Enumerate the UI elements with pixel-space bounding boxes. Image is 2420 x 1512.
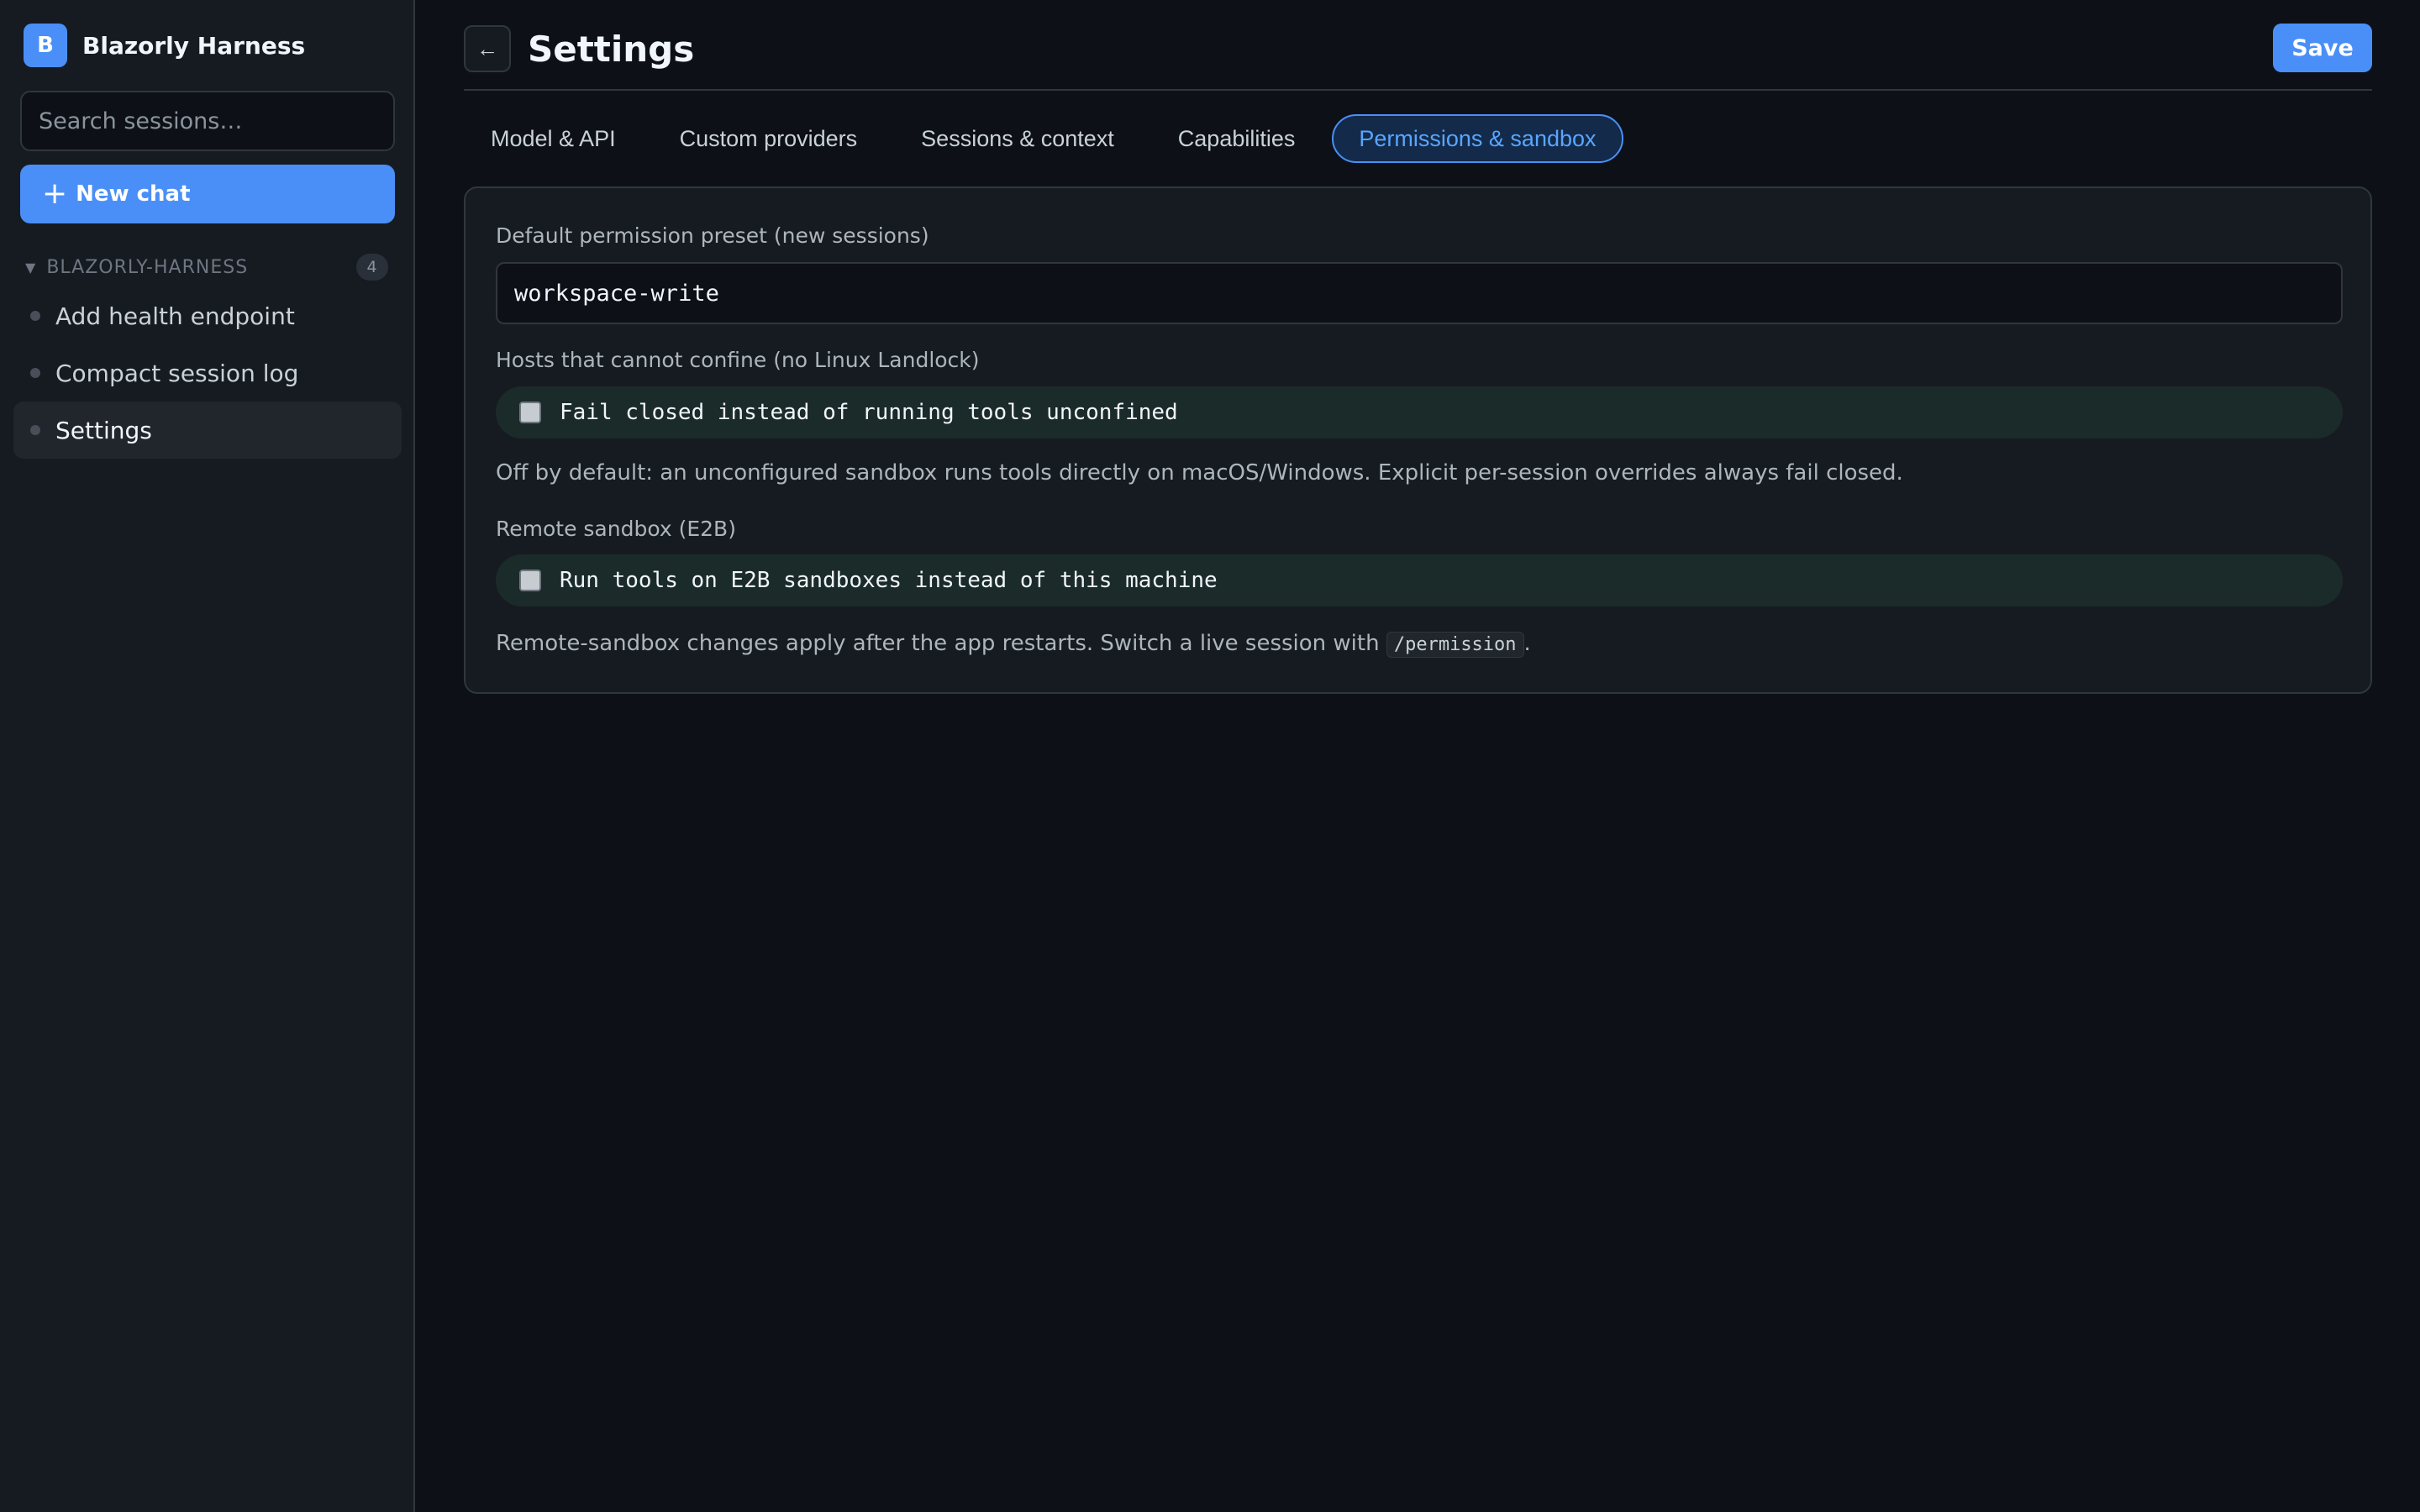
- remote-hint-text: Remote-sandbox changes apply after the a…: [496, 631, 1386, 656]
- session-label: Settings: [55, 416, 152, 444]
- session-dot-icon: [30, 425, 40, 435]
- search-sessions-input[interactable]: [20, 91, 395, 151]
- session-list: Add health endpoint Compact session log …: [13, 287, 402, 459]
- save-button[interactable]: Save: [2273, 24, 2372, 72]
- permission-preset-field[interactable]: workspace-write: [496, 262, 2343, 324]
- session-item-compact-session-log[interactable]: Compact session log: [13, 344, 402, 402]
- session-item-add-health-endpoint[interactable]: Add health endpoint: [13, 287, 402, 344]
- preset-label: Default permission preset (new sessions): [496, 223, 929, 248]
- session-dot-icon: [30, 368, 40, 378]
- permission-command-code: /permission: [1386, 632, 1524, 658]
- remote-e2b-toggle-row[interactable]: Run tools on E2B sandboxes instead of th…: [496, 554, 2343, 606]
- confine-label: Hosts that cannot confine (no Linux Land…: [496, 348, 980, 372]
- fail-closed-toggle-row[interactable]: Fail closed instead of running tools unc…: [496, 386, 2343, 438]
- session-label: Compact session log: [55, 359, 299, 387]
- preset-value: workspace-write: [514, 280, 719, 307]
- session-count-badge: 4: [356, 254, 388, 281]
- brand: B Blazorly Harness: [24, 24, 305, 67]
- remote-e2b-label: Run tools on E2B sandboxes instead of th…: [560, 568, 1218, 593]
- tab-sessions-context[interactable]: Sessions & context: [894, 114, 1141, 163]
- settings-main: ← Settings Save Model & API Custom provi…: [415, 0, 2420, 1512]
- remote-hint-suffix: .: [1523, 631, 1531, 656]
- tab-capabilities[interactable]: Capabilities: [1151, 114, 1323, 163]
- session-group-header[interactable]: ▼ BLAZORLY-HARNESS 4: [25, 254, 388, 281]
- session-group-name: BLAZORLY-HARNESS: [46, 256, 249, 278]
- confine-hint: Off by default: an unconfigured sandbox …: [496, 460, 1903, 486]
- settings-tabs: Model & API Custom providers Sessions & …: [464, 114, 1634, 163]
- plus-icon: +: [42, 176, 68, 211]
- session-label: Add health endpoint: [55, 302, 295, 330]
- header-divider: [464, 89, 2372, 91]
- fail-closed-label: Fail closed instead of running tools unc…: [560, 400, 1178, 425]
- remote-sandbox-label: Remote sandbox (E2B): [496, 517, 736, 541]
- sidebar: B Blazorly Harness + New chat ▼ BLAZORLY…: [0, 0, 415, 1512]
- new-chat-button[interactable]: + New chat: [20, 165, 395, 223]
- app-logo-icon: B: [24, 24, 67, 67]
- new-chat-label: New chat: [76, 181, 191, 207]
- caret-down-icon: ▼: [25, 259, 37, 276]
- back-button[interactable]: ←: [464, 25, 511, 72]
- tab-permissions-sandbox[interactable]: Permissions & sandbox: [1332, 114, 1623, 163]
- app-window: B Blazorly Harness + New chat ▼ BLAZORLY…: [0, 0, 2420, 1512]
- session-dot-icon: [30, 311, 40, 321]
- remote-hint: Remote-sandbox changes apply after the a…: [496, 631, 1531, 658]
- arrow-left-icon: ←: [476, 35, 498, 61]
- fail-closed-checkbox[interactable]: [519, 402, 541, 423]
- app-name: Blazorly Harness: [82, 31, 306, 60]
- permissions-card: Default permission preset (new sessions)…: [464, 186, 2372, 694]
- remote-e2b-checkbox[interactable]: [519, 570, 541, 591]
- tab-model-api[interactable]: Model & API: [464, 114, 643, 163]
- tab-custom-providers[interactable]: Custom providers: [653, 114, 885, 163]
- session-item-settings[interactable]: Settings: [13, 402, 402, 459]
- page-title: Settings: [528, 28, 695, 70]
